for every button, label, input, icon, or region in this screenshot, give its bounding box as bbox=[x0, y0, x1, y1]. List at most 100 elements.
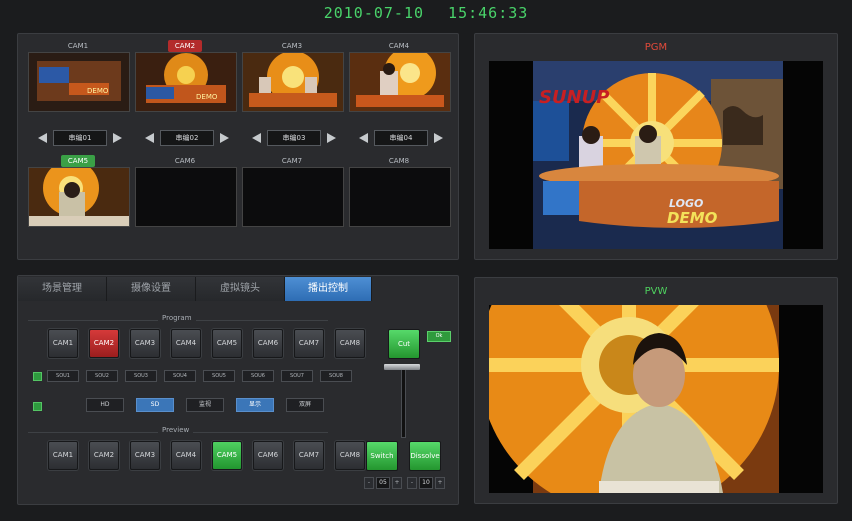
source-sou1[interactable]: SOU1 bbox=[47, 370, 79, 382]
next-arrow-icon[interactable] bbox=[220, 133, 229, 143]
increment-icon[interactable]: + bbox=[435, 477, 445, 489]
prev-arrow-icon[interactable] bbox=[359, 133, 368, 143]
program-cam8-button[interactable]: CAM8 bbox=[335, 329, 365, 358]
source-value: 串编03 bbox=[267, 130, 321, 146]
camera-thumbnail[interactable] bbox=[242, 52, 344, 112]
tab-virtual-lens[interactable]: 虚拟镜头 bbox=[196, 277, 285, 301]
camera-tile-4[interactable]: CAM4 bbox=[349, 40, 451, 112]
cut-button[interactable]: Cut bbox=[388, 329, 420, 359]
program-cam2-button[interactable]: CAM2 bbox=[89, 329, 119, 358]
tab-bar: 场景管理 摄像设置 虚拟镜头 播出控制 bbox=[18, 277, 372, 301]
program-cam6-button[interactable]: CAM6 bbox=[253, 329, 283, 358]
tbar-track bbox=[401, 366, 406, 438]
switch-button[interactable]: Switch bbox=[366, 441, 398, 471]
camera-thumbnail-empty[interactable] bbox=[135, 167, 237, 227]
camera-tile-5[interactable]: CAM5 bbox=[28, 155, 130, 227]
camera-thumbnail-empty[interactable] bbox=[242, 167, 344, 227]
source-selector-1[interactable]: 串编01 bbox=[38, 130, 122, 146]
preview-bus: CAM1 CAM2 CAM3 CAM4 CAM5 CAM6 CAM7 CAM8 bbox=[48, 441, 365, 470]
program-cam3-button[interactable]: CAM3 bbox=[130, 329, 160, 358]
format-sd-button[interactable]: SD bbox=[136, 398, 174, 412]
camera-thumbnail[interactable]: DEMO bbox=[28, 52, 130, 112]
tbar-handle[interactable] bbox=[384, 364, 420, 370]
source-selector-4[interactable]: 串编04 bbox=[359, 130, 443, 146]
program-section-label: Program bbox=[158, 314, 196, 322]
studio-banner-text: SUNUP bbox=[539, 87, 609, 108]
camera-tile-7[interactable]: CAM7 bbox=[242, 155, 344, 227]
format-hd-button[interactable]: HD bbox=[86, 398, 124, 412]
camera-label: CAM8 bbox=[388, 157, 410, 165]
source-selector-3[interactable]: 串编03 bbox=[252, 130, 336, 146]
preview-section-label: Preview bbox=[158, 426, 194, 434]
decrement-icon[interactable]: - bbox=[407, 477, 417, 489]
clock-date: 2010-07-10 bbox=[323, 4, 425, 22]
control-panel: 场景管理 摄像设置 虚拟镜头 播出控制 Program CAM1 CAM2 CA… bbox=[17, 275, 459, 505]
source-indicator-led[interactable] bbox=[33, 372, 42, 381]
switch-duration-stepper[interactable]: - 05 + bbox=[364, 477, 402, 489]
program-cam1-button[interactable]: CAM1 bbox=[48, 329, 78, 358]
source-sou4[interactable]: SOU4 bbox=[164, 370, 196, 382]
preview-cam5-button[interactable]: CAM5 bbox=[212, 441, 242, 470]
format-monitor-button[interactable]: 监视 bbox=[186, 398, 224, 412]
prev-arrow-icon[interactable] bbox=[145, 133, 154, 143]
camera-label: CAM4 bbox=[388, 42, 410, 50]
dissolve-button[interactable]: Dissolve bbox=[409, 441, 441, 471]
tab-camera-settings[interactable]: 摄像设置 bbox=[107, 277, 196, 301]
next-arrow-icon[interactable] bbox=[327, 133, 336, 143]
source-sou2[interactable]: SOU2 bbox=[86, 370, 118, 382]
dissolve-duration-stepper[interactable]: - 10 + bbox=[407, 477, 445, 489]
svg-text:DEMO: DEMO bbox=[87, 87, 109, 95]
source-sou6[interactable]: SOU6 bbox=[242, 370, 274, 382]
camera-tile-1[interactable]: CAM1 DEMO bbox=[28, 40, 130, 112]
camera-thumbnail-empty[interactable] bbox=[349, 167, 451, 227]
source-sou3[interactable]: SOU3 bbox=[125, 370, 157, 382]
format-display-button[interactable]: 显示 bbox=[236, 398, 274, 412]
camera-thumbnail[interactable]: DEMO bbox=[135, 52, 237, 112]
preview-cam3-button[interactable]: CAM3 bbox=[130, 441, 160, 470]
camera-grid-panel: CAM1 DEMO CAM2 DEMO CAM3 CAM4 串编01 串编02 … bbox=[17, 33, 459, 260]
tab-scene-management[interactable]: 场景管理 bbox=[18, 277, 107, 301]
preview-cam4-button[interactable]: CAM4 bbox=[171, 441, 201, 470]
preview-cam2-button[interactable]: CAM2 bbox=[89, 441, 119, 470]
prev-arrow-icon[interactable] bbox=[38, 133, 47, 143]
camera-label: CAM6 bbox=[174, 157, 196, 165]
source-value: 串编02 bbox=[160, 130, 214, 146]
clock-display: 2010-07-10 15:46:33 bbox=[0, 4, 852, 22]
camera-tile-8[interactable]: CAM8 bbox=[349, 155, 451, 227]
program-cam4-button[interactable]: CAM4 bbox=[171, 329, 201, 358]
camera-tile-2[interactable]: CAM2 DEMO bbox=[135, 40, 237, 112]
program-cam7-button[interactable]: CAM7 bbox=[294, 329, 324, 358]
next-arrow-icon[interactable] bbox=[113, 133, 122, 143]
source-selector-2[interactable]: 串编02 bbox=[145, 130, 229, 146]
ok-button[interactable]: Ok bbox=[427, 331, 451, 342]
camera-thumbnail[interactable] bbox=[28, 167, 130, 227]
pvw-video-frame bbox=[489, 305, 823, 493]
format-dual-screen-button[interactable]: 双屏 bbox=[286, 398, 324, 412]
pvw-label: PVW bbox=[644, 286, 668, 297]
pgm-screen: SUNUP LOGO DEMO bbox=[489, 61, 823, 249]
prev-arrow-icon[interactable] bbox=[252, 133, 261, 143]
camera-tile-3[interactable]: CAM3 bbox=[242, 40, 344, 112]
dissolve-duration-value: 10 bbox=[419, 477, 433, 489]
source-sou5[interactable]: SOU5 bbox=[203, 370, 235, 382]
tab-output-control[interactable]: 播出控制 bbox=[285, 277, 372, 301]
pgm-video-frame: SUNUP LOGO DEMO bbox=[489, 61, 823, 249]
program-bus: CAM1 CAM2 CAM3 CAM4 CAM5 CAM6 CAM7 CAM8 bbox=[48, 329, 365, 358]
camera-tile-6[interactable]: CAM6 bbox=[135, 155, 237, 227]
format-row: HD SD 监视 显示 双屏 bbox=[86, 398, 324, 412]
format-indicator-led[interactable] bbox=[33, 402, 42, 411]
camera-thumbnail[interactable] bbox=[349, 52, 451, 112]
program-cam5-button[interactable]: CAM5 bbox=[212, 329, 242, 358]
pvw-monitor-panel: PVW bbox=[474, 277, 838, 504]
increment-icon[interactable]: + bbox=[392, 477, 402, 489]
preview-cam8-button[interactable]: CAM8 bbox=[335, 441, 365, 470]
source-row: SOU1 SOU2 SOU3 SOU4 SOU5 SOU6 SOU7 SOU8 bbox=[47, 370, 352, 382]
source-sou8[interactable]: SOU8 bbox=[320, 370, 352, 382]
source-sou7[interactable]: SOU7 bbox=[281, 370, 313, 382]
preview-cam1-button[interactable]: CAM1 bbox=[48, 441, 78, 470]
next-arrow-icon[interactable] bbox=[434, 133, 443, 143]
camera-label: CAM3 bbox=[281, 42, 303, 50]
preview-cam6-button[interactable]: CAM6 bbox=[253, 441, 283, 470]
decrement-icon[interactable]: - bbox=[364, 477, 374, 489]
preview-cam7-button[interactable]: CAM7 bbox=[294, 441, 324, 470]
